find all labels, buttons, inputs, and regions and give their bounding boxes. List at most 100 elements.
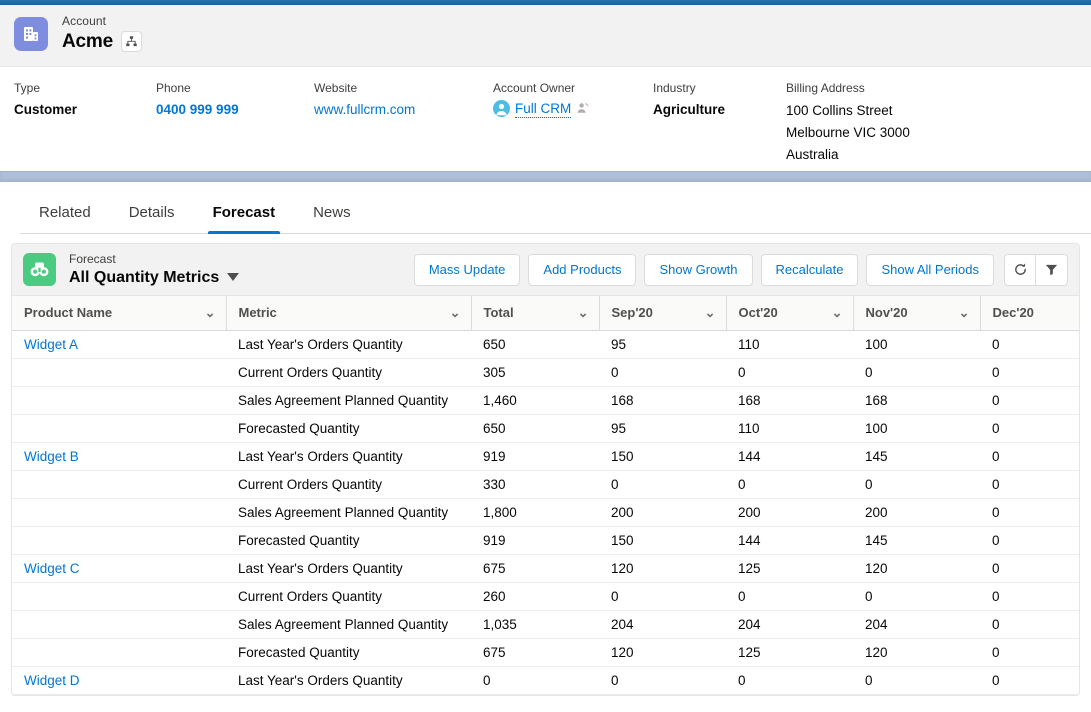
cell-sep20[interactable]: 0 bbox=[599, 358, 726, 387]
cell-oct20[interactable]: 0 bbox=[726, 470, 853, 499]
column-header-oct20[interactable]: Oct'20 ⌄ bbox=[726, 296, 854, 331]
cell-total[interactable]: 1,800 bbox=[471, 498, 599, 527]
cell-total[interactable]: 675 bbox=[471, 554, 599, 583]
filter-icon[interactable] bbox=[1036, 253, 1068, 286]
product-link[interactable]: Widget A bbox=[24, 337, 78, 352]
refresh-icon[interactable] bbox=[1004, 253, 1036, 286]
tab-related[interactable]: Related bbox=[20, 205, 110, 233]
table-row[interactable]: Forecasted Quantity 675 120 125 120 0 bbox=[12, 638, 1079, 667]
cell-metric[interactable]: Forecasted Quantity bbox=[226, 526, 471, 555]
cell-product-name[interactable]: Widget B bbox=[12, 442, 226, 471]
cell-total[interactable]: 305 bbox=[471, 358, 599, 387]
column-header-product-name[interactable]: Product Name ⌄ bbox=[12, 296, 227, 331]
table-row[interactable]: Sales Agreement Planned Quantity 1,800 200… bbox=[12, 498, 1079, 527]
cell-total[interactable]: 919 bbox=[471, 442, 599, 471]
cell-total[interactable]: 1,460 bbox=[471, 386, 599, 415]
cell-dec20[interactable]: 0 bbox=[980, 470, 1079, 499]
show-growth-button[interactable]: Show Growth bbox=[644, 253, 753, 286]
cell-metric[interactable]: Last Year's Orders Quantity bbox=[226, 666, 471, 695]
cell-nov20[interactable]: 100 bbox=[853, 330, 980, 359]
cell-metric[interactable]: Current Orders Quantity bbox=[226, 358, 471, 387]
cell-dec20[interactable]: 0 bbox=[980, 330, 1079, 359]
cell-nov20[interactable]: 120 bbox=[853, 554, 980, 583]
cell-dec20[interactable]: 0 bbox=[980, 414, 1079, 443]
product-link[interactable]: Widget D bbox=[24, 673, 80, 688]
table-row[interactable]: Widget D Last Year's Orders Quantity 0 0 0 0 0 bbox=[12, 666, 1079, 695]
cell-metric[interactable]: Sales Agreement Planned Quantity bbox=[226, 498, 471, 527]
column-header-sep20[interactable]: Sep'20 ⌄ bbox=[599, 296, 727, 331]
recalculate-button[interactable]: Recalculate bbox=[760, 253, 859, 286]
cell-oct20[interactable]: 0 bbox=[726, 666, 853, 695]
caret-down-icon[interactable] bbox=[227, 273, 240, 282]
add-products-button[interactable]: Add Products bbox=[528, 253, 637, 286]
cell-nov20[interactable]: 0 bbox=[853, 470, 980, 499]
table-row[interactable]: Current Orders Quantity 330 0 0 0 0 bbox=[12, 470, 1079, 499]
show-all-periods-button[interactable]: Show All Periods bbox=[866, 253, 994, 286]
cell-total[interactable]: 330 bbox=[471, 470, 599, 499]
cell-nov20[interactable]: 0 bbox=[853, 666, 980, 695]
table-row[interactable]: Widget A Last Year's Orders Quantity 650 95… bbox=[12, 330, 1079, 359]
cell-oct20[interactable]: 144 bbox=[726, 442, 853, 471]
cell-sep20[interactable]: 95 bbox=[599, 414, 726, 443]
cell-dec20[interactable]: 0 bbox=[980, 666, 1079, 695]
cell-metric[interactable]: Forecasted Quantity bbox=[226, 414, 471, 443]
table-row[interactable]: Current Orders Quantity 260 0 0 0 0 bbox=[12, 582, 1079, 611]
cell-metric[interactable]: Forecasted Quantity bbox=[226, 638, 471, 667]
column-header-metric[interactable]: Metric ⌄ bbox=[226, 296, 472, 331]
cell-oct20[interactable]: 125 bbox=[726, 554, 853, 583]
cell-oct20[interactable]: 110 bbox=[726, 414, 853, 443]
cell-dec20[interactable]: 0 bbox=[980, 526, 1079, 555]
product-link[interactable]: Widget B bbox=[24, 449, 79, 464]
cell-nov20[interactable]: 200 bbox=[853, 498, 980, 527]
cell-sep20[interactable]: 0 bbox=[599, 666, 726, 695]
cell-metric[interactable]: Sales Agreement Planned Quantity bbox=[226, 610, 471, 639]
column-header-nov20[interactable]: Nov'20 ⌄ bbox=[853, 296, 981, 331]
forecast-table-scroll[interactable]: Product Name ⌄ Metric ⌄ Total ⌄ Sep'20 ⌄ Oct… bbox=[12, 296, 1079, 695]
cell-dec20[interactable]: 0 bbox=[980, 582, 1079, 611]
cell-nov20[interactable]: 204 bbox=[853, 610, 980, 639]
cell-sep20[interactable]: 120 bbox=[599, 638, 726, 667]
cell-total[interactable]: 0 bbox=[471, 666, 599, 695]
tab-details[interactable]: Details bbox=[110, 205, 194, 233]
cell-dec20[interactable]: 0 bbox=[980, 442, 1079, 471]
cell-total[interactable]: 650 bbox=[471, 330, 599, 359]
cell-dec20[interactable]: 0 bbox=[980, 498, 1079, 527]
tab-forecast[interactable]: Forecast bbox=[194, 205, 295, 234]
cell-total[interactable]: 675 bbox=[471, 638, 599, 667]
cell-product-name[interactable]: Widget D bbox=[12, 666, 226, 695]
cell-sep20[interactable]: 0 bbox=[599, 470, 726, 499]
cell-sep20[interactable]: 168 bbox=[599, 386, 726, 415]
mass-update-button[interactable]: Mass Update bbox=[413, 253, 521, 286]
cell-dec20[interactable]: 0 bbox=[980, 610, 1079, 639]
cell-oct20[interactable]: 125 bbox=[726, 638, 853, 667]
cell-metric[interactable]: Current Orders Quantity bbox=[226, 470, 471, 499]
cell-nov20[interactable]: 0 bbox=[853, 358, 980, 387]
table-row[interactable]: Forecasted Quantity 919 150 144 145 0 bbox=[12, 526, 1079, 555]
phone-link[interactable]: 0400 999 999 bbox=[156, 102, 239, 117]
cell-nov20[interactable]: 100 bbox=[853, 414, 980, 443]
chevron-down-icon[interactable]: ⌄ bbox=[450, 305, 461, 321]
cell-nov20[interactable]: 168 bbox=[853, 386, 980, 415]
cell-metric[interactable]: Sales Agreement Planned Quantity bbox=[226, 386, 471, 415]
table-row[interactable]: Sales Agreement Planned Quantity 1,035 204… bbox=[12, 610, 1079, 639]
cell-dec20[interactable]: 0 bbox=[980, 358, 1079, 387]
change-owner-icon[interactable] bbox=[576, 101, 590, 118]
cell-sep20[interactable]: 95 bbox=[599, 330, 726, 359]
chevron-down-icon[interactable]: ⌄ bbox=[705, 305, 716, 321]
cell-total[interactable]: 919 bbox=[471, 526, 599, 555]
cell-sep20[interactable]: 200 bbox=[599, 498, 726, 527]
cell-nov20[interactable]: 0 bbox=[853, 582, 980, 611]
cell-nov20[interactable]: 145 bbox=[853, 526, 980, 555]
cell-oct20[interactable]: 168 bbox=[726, 386, 853, 415]
account-owner-link[interactable]: Full CRM bbox=[515, 101, 572, 119]
cell-dec20[interactable]: 0 bbox=[980, 386, 1079, 415]
cell-total[interactable]: 1,035 bbox=[471, 610, 599, 639]
cell-sep20[interactable]: 204 bbox=[599, 610, 726, 639]
table-row[interactable]: Current Orders Quantity 305 0 0 0 0 bbox=[12, 358, 1079, 387]
cell-dec20[interactable]: 0 bbox=[980, 638, 1079, 667]
table-row[interactable]: Forecasted Quantity 650 95 110 100 0 bbox=[12, 414, 1079, 443]
chevron-down-icon[interactable]: ⌄ bbox=[578, 305, 589, 321]
cell-metric[interactable]: Last Year's Orders Quantity bbox=[226, 442, 471, 471]
table-row[interactable]: Widget C Last Year's Orders Quantity 675 12… bbox=[12, 554, 1079, 583]
cell-metric[interactable]: Current Orders Quantity bbox=[226, 582, 471, 611]
